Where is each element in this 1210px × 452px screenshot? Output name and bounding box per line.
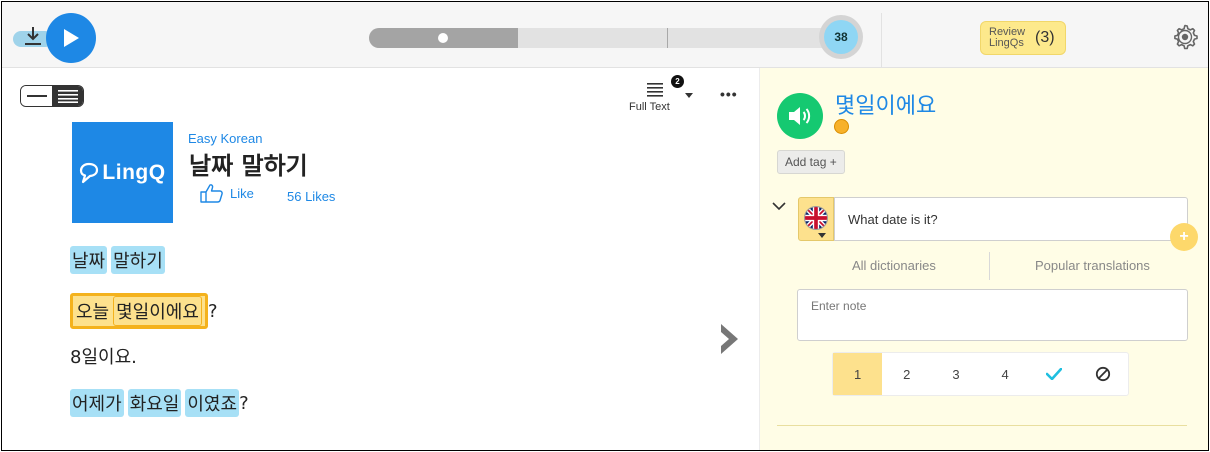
- speaker-icon: [789, 107, 811, 125]
- chevron-down-icon[interactable]: [772, 201, 786, 211]
- tab-divider: [989, 252, 990, 280]
- download-icon[interactable]: [22, 25, 44, 49]
- sentence-4: 어제가 화요일 이였죠 ?: [70, 389, 249, 417]
- known-button[interactable]: [1030, 353, 1079, 395]
- word-selected[interactable]: 몇일이에요: [113, 296, 202, 326]
- note-textarea[interactable]: Enter note: [797, 289, 1188, 341]
- pronounce-button[interactable]: [777, 93, 823, 139]
- like-label: Like: [230, 185, 254, 201]
- sentence-mode-button[interactable]: [21, 86, 52, 106]
- ignore-icon: [1096, 366, 1111, 382]
- punctuation: ?: [207, 300, 218, 322]
- add-meaning-button[interactable]: +: [1170, 223, 1198, 251]
- status-selector: 1 2 3 4: [832, 352, 1129, 396]
- like-button[interactable]: Like: [200, 183, 254, 203]
- lesson-title: 날짜 말하기: [189, 152, 308, 180]
- reader-pane: 2 Full Text ••• LingQ Easy Korean 날짜 말하기…: [2, 68, 759, 450]
- likes-count[interactable]: 56 Likes: [287, 189, 335, 204]
- sentence-3: 8일이요.: [70, 343, 137, 369]
- full-text-menu[interactable]: 2 Full Text: [629, 75, 693, 119]
- view-mode-toggle[interactable]: [20, 85, 84, 107]
- app-frame: 38 Review LingQs (3) 2 Full Text ••• Lin…: [1, 1, 1209, 451]
- plain-text[interactable]: 8일이요.: [70, 343, 137, 369]
- progress-section-divider: [666, 28, 668, 48]
- selected-phrase[interactable]: 오늘 몇일이에요: [70, 293, 208, 329]
- lingq-logo-icon: [80, 162, 99, 183]
- panel-divider: [777, 425, 1187, 426]
- language-selector[interactable]: [798, 197, 834, 241]
- play-icon: [64, 29, 79, 47]
- settings-gear-icon[interactable]: [1170, 22, 1200, 52]
- checkmark-icon: [1046, 368, 1063, 380]
- sentence-2: 오늘 몇일이에요 ?: [70, 293, 218, 329]
- lesson-counter: 38: [819, 15, 863, 59]
- word-blue[interactable]: 화요일: [127, 389, 182, 417]
- lesson-cover-image: LingQ: [72, 122, 173, 223]
- all-dictionaries-tab[interactable]: All dictionaries: [852, 258, 936, 273]
- word-blue[interactable]: 어제가: [70, 389, 124, 417]
- page-mode-icon: [57, 90, 78, 103]
- punctuation: ?: [239, 392, 249, 414]
- page-mode-button[interactable]: [52, 86, 83, 106]
- status-2-button[interactable]: 2: [882, 353, 931, 395]
- status-3-button[interactable]: 3: [931, 353, 980, 395]
- status-4-button[interactable]: 4: [981, 353, 1030, 395]
- word-blue[interactable]: 이였죠: [185, 389, 240, 417]
- more-options-button[interactable]: •••: [720, 86, 738, 102]
- lingq-status-dot: [834, 119, 849, 134]
- word-detail-panel: 몇일이에요 Add tag + What date is it? + All d…: [759, 68, 1208, 450]
- lesson-progress-bar[interactable]: [369, 28, 839, 48]
- lines-icon: [647, 83, 663, 97]
- full-text-badge: 2: [671, 75, 684, 88]
- word-blue[interactable]: 말하기: [111, 246, 165, 274]
- meaning-input[interactable]: What date is it?: [834, 197, 1188, 241]
- full-text-label: Full Text: [629, 101, 670, 113]
- ignore-button[interactable]: [1079, 353, 1128, 395]
- word-blue[interactable]: 날짜: [70, 246, 108, 274]
- next-page-arrow-icon[interactable]: [716, 321, 744, 357]
- selected-term: 몇일이에요: [835, 94, 937, 119]
- uk-flag-icon: [804, 206, 828, 230]
- review-lingqs-label: Review LingQs: [989, 26, 1026, 49]
- play-button[interactable]: [46, 13, 96, 63]
- status-1-button[interactable]: 1: [833, 353, 883, 395]
- popular-translations-tab[interactable]: Popular translations: [1035, 258, 1150, 273]
- toolbar-divider: [881, 13, 882, 68]
- chevron-down-icon: [818, 233, 826, 238]
- course-link[interactable]: Easy Korean: [188, 131, 262, 146]
- review-lingqs-count: (3): [1035, 29, 1055, 46]
- sentence-mode-icon: [26, 95, 47, 97]
- sentence-1: 날짜 말하기: [70, 246, 169, 274]
- lesson-number: 38: [824, 20, 858, 54]
- thumbs-up-icon: [200, 184, 223, 203]
- review-lingqs-button[interactable]: Review LingQs (3): [980, 21, 1066, 55]
- chevron-down-icon: [685, 93, 693, 98]
- word-lingq[interactable]: 오늘: [74, 297, 112, 325]
- player-toolbar: 38 Review LingQs (3): [2, 2, 1208, 68]
- lingq-logo-text: LingQ: [102, 160, 166, 184]
- add-tag-button[interactable]: Add tag +: [777, 150, 845, 174]
